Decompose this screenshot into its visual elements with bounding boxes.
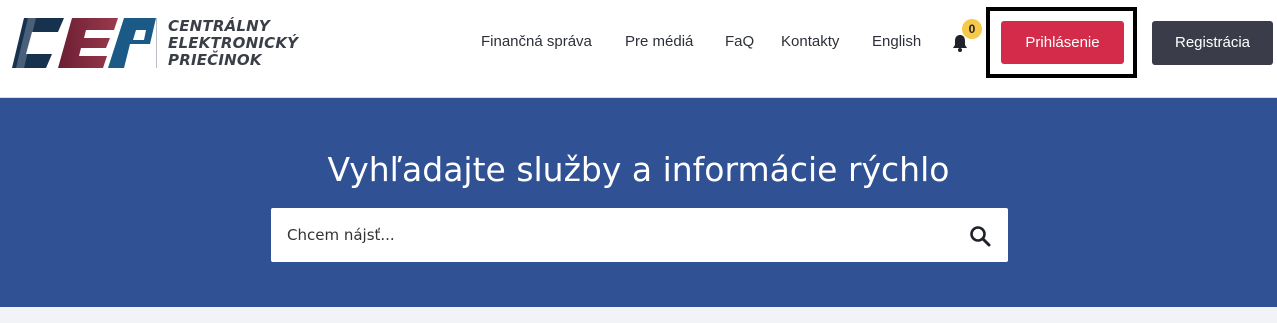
login-button[interactable]: Prihlásenie xyxy=(1001,21,1124,64)
hero-search-section xyxy=(0,98,1277,307)
nav-link-financna-sprava[interactable]: Finančná správa xyxy=(481,33,592,50)
brand-name-line-3: PRIEČINOK xyxy=(168,51,262,69)
site-header: CENTRÁLNY ELEKTRONICKÝ PRIEČINOK Finančn… xyxy=(0,0,1277,98)
nav-link-pre-media[interactable]: Pre médiá xyxy=(625,33,693,50)
content-area-top xyxy=(0,307,1277,323)
hero-title: Vyhľadajte služby a informácie rýchlo xyxy=(327,150,950,189)
nav-link-faq[interactable]: FaQ xyxy=(725,33,754,50)
nav-link-english[interactable]: English xyxy=(872,33,921,50)
search-box xyxy=(271,208,1008,262)
search-icon[interactable] xyxy=(969,225,991,247)
logo-divider xyxy=(156,18,157,68)
brand-name-line-2: ELEKTRONICKÝ xyxy=(168,34,299,52)
register-button[interactable]: Registrácia xyxy=(1152,21,1273,65)
notification-count-badge: 0 xyxy=(962,19,982,39)
nav-link-kontakty[interactable]: Kontakty xyxy=(781,33,839,50)
search-input[interactable] xyxy=(271,208,961,262)
brand-name-line-1: CENTRÁLNY xyxy=(168,17,270,35)
brand-name: CENTRÁLNY ELEKTRONICKÝ PRIEČINOK xyxy=(168,18,318,69)
